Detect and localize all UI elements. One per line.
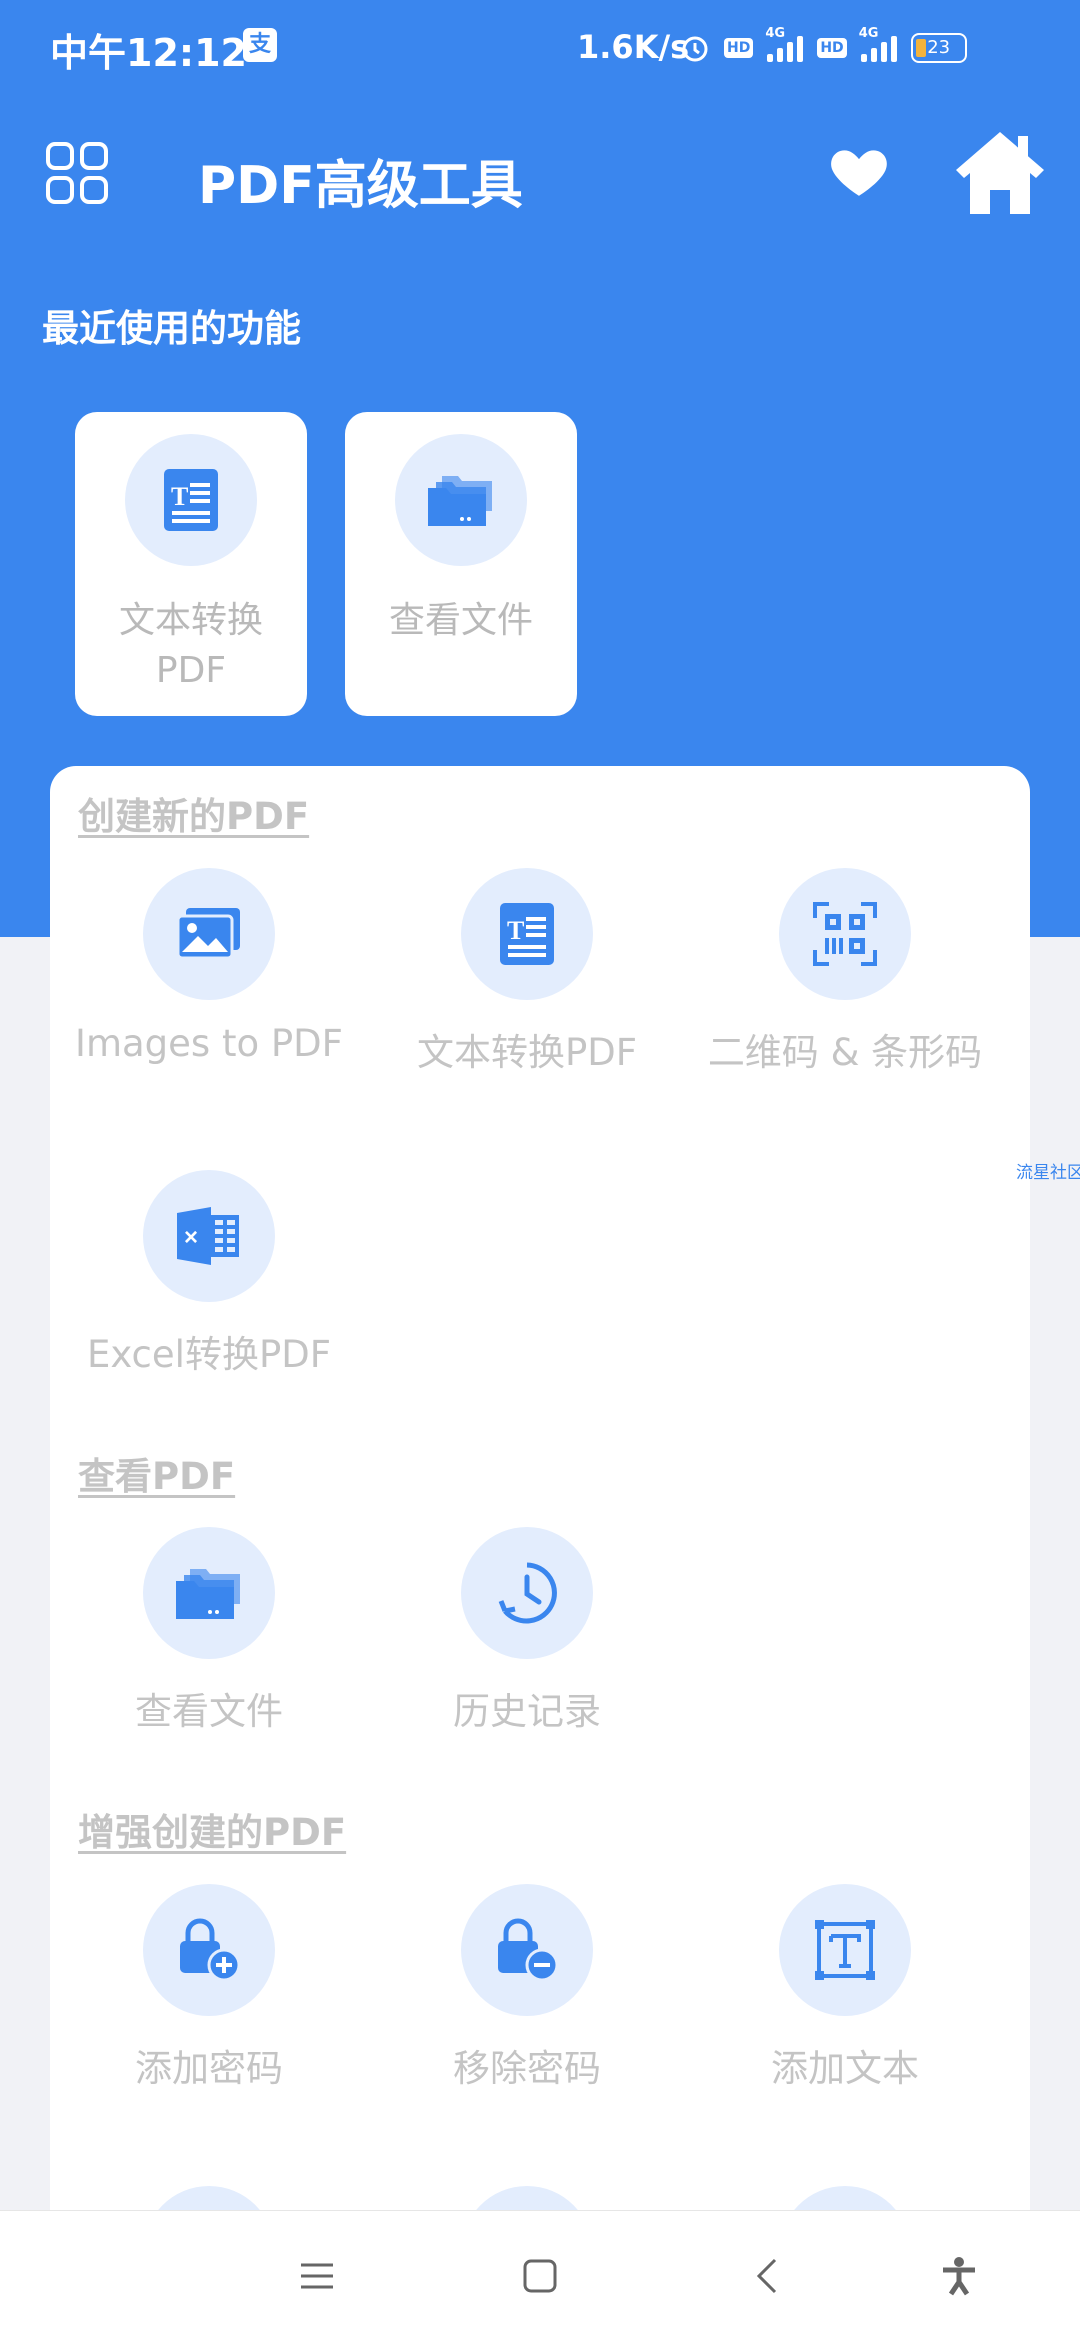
recent-item-label: 文本转换PDF: [118, 600, 263, 691]
svg-text:×: ×: [184, 1224, 198, 1251]
battery-level: 23: [927, 37, 951, 58]
recent-features-label: 最近使用的功能: [42, 307, 301, 350]
tool-remove-password[interactable]: 移除密码: [368, 1884, 686, 2092]
svg-text:T: T: [171, 482, 188, 511]
signal-icon-2: 4G: [859, 26, 897, 62]
tool-text-to-pdf[interactable]: T 文本转换PDF: [368, 868, 686, 1076]
recent-item-label: 查看文件: [388, 600, 533, 641]
tool-label: 二维码 & 条形码: [707, 1031, 983, 1074]
menu-icon[interactable]: [292, 2251, 342, 2301]
section-title-create: 创建新的PDF: [78, 795, 310, 838]
recent-item-text-to-pdf[interactable]: T 文本转换PDF: [75, 412, 307, 716]
text-document-icon: T: [461, 868, 593, 1000]
status-time: 中午12:12: [50, 31, 247, 75]
tool-label: Images to PDF: [75, 1022, 343, 1065]
tool-label: 查看文件: [135, 1690, 283, 1733]
back-icon[interactable]: [742, 2251, 792, 2301]
section-title-view: 查看PDF: [78, 1455, 236, 1498]
tool-label: Excel转换PDF: [86, 1333, 332, 1376]
status-bar: 中午12:12 支 1.6K/s HD 4G HD 4G 23: [0, 0, 1080, 100]
add-text-icon: [779, 1884, 911, 2016]
tool-label: 文本转换PDF: [416, 1031, 638, 1074]
history-icon: [461, 1527, 593, 1659]
network-speed: 1.6K/s: [577, 28, 690, 66]
tool-history[interactable]: 历史记录: [368, 1527, 686, 1735]
folder-icon: [143, 1527, 275, 1659]
section-title-enhance: 增强创建的PDF: [78, 1811, 347, 1854]
side-floating-link[interactable]: 流星社区: [1016, 1158, 1080, 1183]
network-type-label: 4G: [765, 26, 786, 41]
home-square-icon[interactable]: [515, 2251, 565, 2301]
system-nav-bar: [0, 2210, 1080, 2341]
apps-grid-icon[interactable]: [46, 142, 108, 204]
hd-icon: HD: [724, 38, 754, 58]
tool-add-password[interactable]: 添加密码: [50, 1884, 368, 2092]
alarm-icon: [682, 36, 708, 62]
tool-excel-to-pdf[interactable]: × Excel转换PDF: [50, 1170, 368, 1378]
tool-label: 添加文本: [771, 2047, 919, 2090]
tool-add-text[interactable]: 添加文本: [686, 1884, 1004, 2092]
images-icon: [143, 868, 275, 1000]
tool-view-files[interactable]: 查看文件: [50, 1527, 368, 1735]
qr-code-icon: [779, 868, 911, 1000]
status-icons: HD 4G HD 4G 23: [680, 26, 967, 66]
tool-qr-barcode[interactable]: 二维码 & 条形码: [686, 868, 1004, 1076]
excel-icon: ×: [143, 1170, 275, 1302]
tool-label: 移除密码: [453, 2047, 601, 2090]
app-title: PDF高级工具: [198, 156, 523, 216]
accessibility-icon[interactable]: [934, 2251, 984, 2301]
signal-icon: 4G: [765, 26, 804, 62]
favorite-heart-icon[interactable]: [826, 138, 892, 204]
network-type-label-2: 4G: [858, 26, 879, 41]
lock-remove-icon: [461, 1884, 593, 2016]
text-document-icon: T: [125, 434, 257, 566]
recent-item-view-files[interactable]: 查看文件: [345, 412, 577, 716]
home-icon[interactable]: [952, 128, 1048, 216]
svg-text:T: T: [507, 916, 524, 945]
hd-icon-2: HD: [817, 38, 847, 58]
tool-images-to-pdf[interactable]: Images to PDF: [50, 868, 368, 1065]
folder-icon: [395, 434, 527, 566]
battery-icon: 23: [910, 33, 967, 63]
lock-add-icon: [143, 1884, 275, 2016]
notification-app-icon: 支: [243, 28, 277, 62]
tools-panel: 创建新的PDF Images to PDF T 文本转换PDF 二维码 & 条形…: [50, 766, 1030, 2340]
tool-label: 添加密码: [135, 2047, 283, 2090]
tool-label: 历史记录: [453, 1690, 601, 1733]
